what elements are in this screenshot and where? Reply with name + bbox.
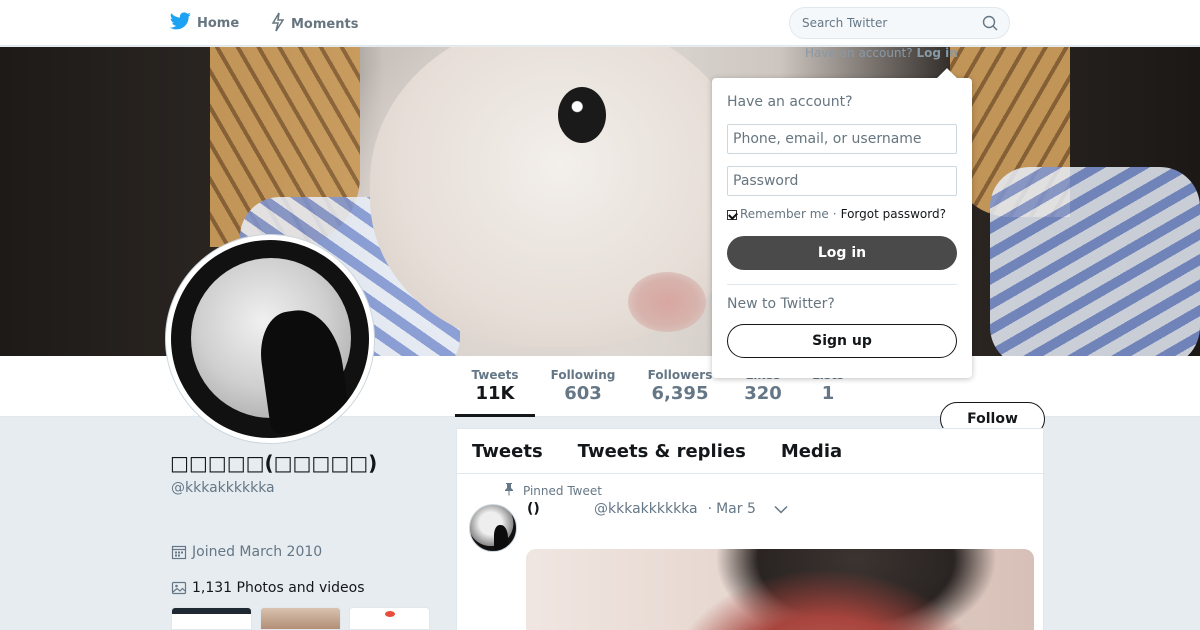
media-thumbnails xyxy=(171,607,430,630)
image-icon xyxy=(171,580,187,596)
password-field[interactable] xyxy=(727,166,957,196)
remember-label[interactable]: Remember me xyxy=(740,207,829,221)
stat-value: 320 xyxy=(744,383,782,404)
twitter-bird-icon xyxy=(169,12,191,34)
remember-row: Remember me · Forgot password? xyxy=(727,207,946,221)
stat-value: 603 xyxy=(564,383,602,404)
hamster-eye xyxy=(558,87,606,143)
tweet-avatar[interactable] xyxy=(469,504,517,552)
tweet-media-image[interactable] xyxy=(526,549,1034,630)
nav-home[interactable]: Home xyxy=(169,12,240,34)
stat-label: Tweets xyxy=(471,368,519,382)
new-to-twitter-label: New to Twitter? xyxy=(727,296,835,312)
profile-avatar[interactable] xyxy=(165,234,375,444)
tweet-date[interactable]: Mar 5 xyxy=(716,501,756,517)
username-field[interactable] xyxy=(727,124,957,154)
stat-value: 1 xyxy=(821,383,835,404)
login-dropdown: Have an account? Remember me · Forgot pa… xyxy=(712,78,972,378)
pin-icon xyxy=(503,482,515,499)
chevron-down-icon[interactable] xyxy=(774,505,788,514)
stat-label: Followers xyxy=(647,368,713,382)
stat-followers[interactable]: Followers 6,395 xyxy=(645,368,715,404)
tab-media[interactable]: Media xyxy=(781,441,842,462)
nav-home-label: Home xyxy=(197,15,240,31)
media-thumbnail[interactable] xyxy=(349,607,430,630)
profile-display-name[interactable]: □□□□□(□□□□□) xyxy=(170,451,377,475)
search-box xyxy=(789,7,1010,39)
pinned-label: Pinned Tweet xyxy=(523,483,602,498)
stat-following[interactable]: Following 603 xyxy=(548,368,618,404)
media-thumbnail[interactable] xyxy=(171,607,252,630)
login-divider xyxy=(727,284,957,285)
pinned-tweet-header: Pinned Tweet xyxy=(503,482,602,499)
stat-value: 6,395 xyxy=(651,383,709,404)
top-nav: Home Moments xyxy=(0,0,1200,46)
signup-button[interactable]: Sign up xyxy=(727,324,957,358)
stat-tweets[interactable]: Tweets 11K xyxy=(455,368,535,417)
tweet-separator: · xyxy=(707,501,713,517)
stat-label: Following xyxy=(550,368,616,382)
search-icon[interactable] xyxy=(982,15,998,35)
remember-checkbox[interactable] xyxy=(727,210,737,220)
joined-label: Joined March 2010 xyxy=(192,544,323,560)
tab-tweets-replies[interactable]: Tweets & replies xyxy=(578,441,746,462)
tweet-header: () @kkkakkkkkka · Mar 5 xyxy=(527,501,788,517)
nav-moments-label: Moments xyxy=(291,16,359,32)
tweet-author-name[interactable]: () xyxy=(527,501,594,517)
profile-handle[interactable]: @kkkakkkkkka xyxy=(171,480,275,496)
hamster-nose xyxy=(628,272,706,332)
cloth-right-decor xyxy=(990,167,1200,356)
remember-separator: · xyxy=(832,207,837,221)
calendar-icon xyxy=(171,544,187,560)
timeline-tabs: Tweets Tweets & replies Media xyxy=(457,429,1043,474)
tab-tweets[interactable]: Tweets xyxy=(472,441,543,462)
tweet-author-handle[interactable]: @kkkakkkkkka xyxy=(594,501,698,517)
avatar-image xyxy=(171,240,369,438)
login-hint: Have an account? Log in xyxy=(805,46,958,60)
media-thumbnail[interactable] xyxy=(260,607,341,630)
login-hint-link[interactable]: Log in xyxy=(916,46,957,60)
stat-value: 11K xyxy=(475,383,515,404)
login-dropdown-title: Have an account? xyxy=(727,94,853,110)
search-input[interactable] xyxy=(802,8,982,38)
nav-moments[interactable]: Moments xyxy=(271,12,358,36)
login-button[interactable]: Log in xyxy=(727,236,957,270)
joined-date: Joined March 2010 xyxy=(171,544,322,560)
photos-videos-link[interactable]: 1,131 Photos and videos xyxy=(171,580,365,596)
login-hint-prompt: Have an account? xyxy=(805,46,913,60)
photos-videos-label: 1,131 Photos and videos xyxy=(192,580,365,596)
forgot-password-link[interactable]: Forgot password? xyxy=(841,207,946,221)
timeline: Tweets Tweets & replies Media Pinned Twe… xyxy=(456,428,1044,630)
lightning-icon xyxy=(271,12,285,36)
